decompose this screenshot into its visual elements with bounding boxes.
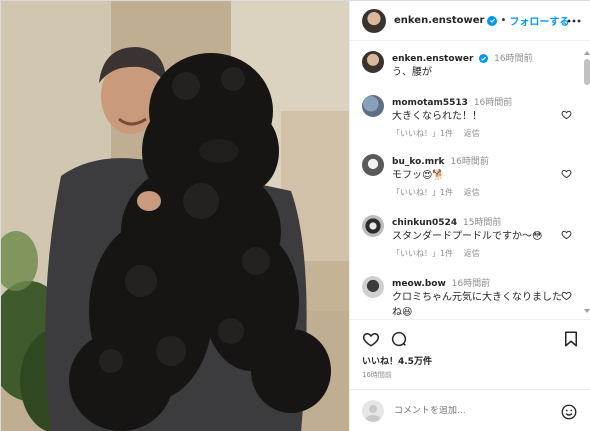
comment-time: 16時間前 — [451, 279, 491, 289]
comment-like-heart-icon[interactable] — [561, 290, 572, 301]
caption-time: 16時間前 — [494, 54, 533, 64]
emoji-icon[interactable] — [560, 403, 578, 421]
scroll-up-arrow[interactable] — [584, 51, 590, 55]
caption-username[interactable]: enken.enstower — [392, 54, 473, 64]
commenter-avatar[interactable] — [362, 154, 384, 176]
post-sidebar: enken.enstower • フォローする enken.enstower 1… — [349, 1, 590, 431]
comment-likes[interactable]: 「いいね！」1件 — [392, 188, 453, 197]
instagram-post-modal: enken.enstower • フォローする enken.enstower 1… — [0, 0, 590, 431]
comment-like-heart-icon[interactable] — [561, 109, 572, 120]
author-username[interactable]: enken.enstower — [394, 15, 484, 26]
post-photo[interactable] — [1, 1, 349, 431]
post-actions: いいね！4.5万件 16時間前 — [350, 319, 590, 389]
post-timestamp[interactable]: 16時間前 — [362, 370, 392, 380]
author-avatar[interactable] — [362, 8, 386, 33]
comment-likes[interactable]: 「いいね！」1件 — [392, 249, 453, 258]
reply-button[interactable]: 返信 — [464, 129, 480, 138]
post-header: enken.enstower • フォローする — [350, 1, 590, 41]
scroll-down-arrow[interactable] — [584, 309, 590, 313]
follow-button[interactable]: フォローする — [509, 13, 569, 28]
caption-text: う、腰が — [392, 67, 432, 78]
photo-illustration — [1, 1, 349, 431]
current-user-avatar — [362, 400, 384, 422]
more-options-icon[interactable] — [566, 13, 582, 29]
comment-time: 16時間前 — [450, 157, 489, 167]
comment-like-heart-icon[interactable] — [561, 229, 572, 240]
comment-username[interactable]: momotam5513 — [392, 98, 468, 108]
comments-scrollbar[interactable] — [584, 51, 590, 313]
separator-dot: • — [500, 15, 507, 26]
comments-list[interactable]: enken.enstower 16時間前 う、腰が momotam5513 16… — [350, 41, 590, 319]
comment-text: スタンダードプードルですか〜😳 — [392, 231, 543, 242]
comment-text: モフッ😍🐕 — [392, 170, 445, 181]
comment: momotam5513 16時間前 大きくなられた！！ 「いいね！」1件 返信 — [362, 95, 578, 145]
comment-username[interactable]: chinkun0524 — [392, 218, 457, 228]
heart-icon[interactable] — [362, 330, 380, 348]
bookmark-icon[interactable] — [562, 330, 580, 348]
add-comment-bar — [350, 389, 590, 431]
comment: bu_ko.mrk 16時間前 モフッ😍🐕 「いいね！」1件 返信 — [362, 154, 578, 204]
comment-icon[interactable] — [390, 330, 408, 348]
comment-text: クロミちゃん元気に大きくなりましたね😆 — [392, 292, 562, 318]
comment: meow.bow 16時間前 クロミちゃん元気に大きくなりましたね😆 — [362, 276, 578, 319]
scroll-thumb[interactable] — [584, 59, 590, 85]
author-avatar[interactable] — [362, 51, 384, 73]
reply-button[interactable]: 返信 — [464, 249, 480, 258]
comment-time: 16時間前 — [473, 98, 513, 108]
comment-username[interactable]: meow.bow — [392, 279, 446, 289]
likes-count[interactable]: いいね！4.5万件 — [362, 354, 432, 367]
verified-badge-icon — [479, 54, 489, 63]
commenter-avatar[interactable] — [362, 276, 384, 298]
comment-like-heart-icon[interactable] — [561, 168, 572, 179]
commenter-avatar[interactable] — [362, 215, 384, 237]
comment-username[interactable]: bu_ko.mrk — [392, 157, 445, 167]
comment-time: 15時間前 — [462, 218, 502, 228]
commenter-avatar[interactable] — [362, 95, 384, 117]
comment: chinkun0524 15時間前 スタンダードプードルですか〜😳 「いいね！」… — [362, 215, 578, 265]
verified-badge-icon — [487, 15, 498, 26]
reply-button[interactable]: 返信 — [464, 188, 480, 197]
comment-text: 大きくなられた！！ — [392, 111, 482, 122]
comment-likes[interactable]: 「いいね！」1件 — [392, 129, 453, 138]
